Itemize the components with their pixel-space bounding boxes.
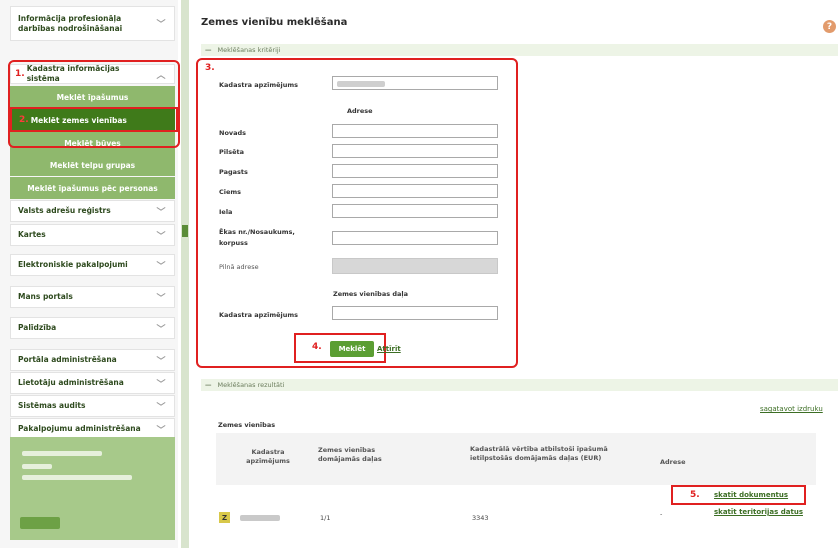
- full-address-label: Pilnā adrese: [219, 263, 259, 271]
- sidebar-item-label: Sistēmas audits: [18, 401, 86, 410]
- sidebar-item-professional-info[interactable]: Informācija profesionāļa darbības nodroš…: [10, 6, 175, 41]
- village-input[interactable]: [332, 184, 498, 198]
- sidebar-item-label: Informācija profesionāļa darbības nodroš…: [18, 13, 123, 33]
- cadastre-field-label: Kadastra apzīmējums: [219, 81, 299, 89]
- sidebar-item-label: Elektroniskie pakalpojumi: [18, 260, 128, 269]
- chevron-down-icon: ﹀: [156, 379, 166, 390]
- redacted-value: [337, 81, 385, 87]
- county-label: Novads: [219, 129, 247, 137]
- street-label: Iela: [219, 208, 233, 216]
- sidebar-item-maps[interactable]: Kartes ﹀: [10, 224, 175, 246]
- sidebar-subitem-search-room-groups[interactable]: Meklēt telpu grupas: [10, 154, 175, 176]
- chevron-down-icon: ﹀: [156, 356, 166, 367]
- sidebar-subitem-search-by-person[interactable]: Meklēt īpašumus pēc personas: [10, 177, 175, 199]
- print-link[interactable]: sagatavot izdruku: [760, 405, 823, 413]
- sidebar-subitem-label: Meklēt telpu grupas: [49, 160, 136, 170]
- city-label: Pilsēta: [219, 148, 244, 156]
- land-part-heading: Zemes vienības daļa: [333, 290, 408, 298]
- results-caption: Zemes vienības: [218, 421, 276, 429]
- redacted-text: [22, 451, 102, 456]
- search-button[interactable]: Meklēt: [330, 341, 374, 357]
- page-title: Zemes vienību meklēšana: [201, 17, 348, 28]
- sidebar-item-address-register[interactable]: Valsts adrešu reģistrs ﹀: [10, 200, 175, 222]
- step-marker-4: 4.: [312, 342, 322, 352]
- column-header-share: Zemes vienības domājamās daļas: [318, 446, 382, 463]
- value-cell: 3343: [472, 514, 489, 522]
- address-heading: Adrese: [347, 107, 373, 115]
- collapse-handle-icon[interactable]: [182, 225, 188, 237]
- land-part-cadastre-input[interactable]: [332, 306, 498, 320]
- sidebar-item-label: Mans portals: [18, 292, 73, 301]
- results-section-title: Meklēšanas rezultāti: [217, 381, 285, 389]
- sidebar-item-portal-admin[interactable]: Portāla administrēšana ﹀: [10, 349, 175, 371]
- step-marker-3: 3.: [205, 63, 215, 73]
- column-header-value: Kadastrālā vērtība atbilstoši īpašumā ie…: [470, 445, 608, 462]
- annotation-box-2: [10, 107, 178, 132]
- annotation-box-1: [8, 60, 180, 148]
- sidebar: Informācija profesionāļa darbības nodroš…: [0, 0, 180, 548]
- results-section-header[interactable]: — Meklēšanas rezultāti: [201, 379, 838, 391]
- building-number-label: Ēkas nr./Nosaukums, korpuss: [219, 228, 295, 247]
- full-address-input: [332, 258, 498, 274]
- land-part-cadastre-label: Kadastra apzīmējums: [219, 311, 299, 319]
- building-number-input[interactable]: [332, 231, 498, 245]
- chevron-down-icon: ﹀: [156, 261, 166, 272]
- sidebar-item-user-admin[interactable]: Lietotāju administrēšana ﹀: [10, 372, 175, 394]
- county-input[interactable]: [332, 124, 498, 138]
- criteria-section-header[interactable]: — Meklēšanas kritēriji: [201, 44, 838, 56]
- sidebar-item-help[interactable]: Palīdzība ﹀: [10, 317, 175, 339]
- step-marker-5: 5.: [690, 490, 700, 500]
- share-cell: 1/1: [320, 514, 331, 522]
- collapse-icon[interactable]: —: [205, 46, 212, 54]
- redacted-cadastre-number[interactable]: [240, 515, 280, 521]
- criteria-section-title: Meklēšanas kritēriji: [217, 46, 281, 54]
- user-info-panel: [10, 437, 175, 540]
- chevron-down-icon: ﹀: [156, 324, 166, 335]
- help-icon[interactable]: ?: [823, 20, 836, 33]
- chevron-down-icon: ﹀: [156, 293, 166, 304]
- parish-label: Pagasts: [219, 168, 248, 176]
- sidebar-item-label: Portāla administrēšana: [18, 355, 117, 364]
- sidebar-item-my-portal[interactable]: Mans portals ﹀: [10, 286, 175, 308]
- chevron-down-icon: ﹀: [156, 207, 166, 218]
- redacted-text: [22, 475, 132, 480]
- parish-input[interactable]: [332, 164, 498, 178]
- redacted-button[interactable]: [20, 517, 60, 529]
- village-label: Ciems: [219, 188, 242, 196]
- sidebar-item-label: Palīdzība: [18, 323, 57, 332]
- view-territory-data-link[interactable]: skatīt teritorijas datus: [714, 508, 803, 516]
- sidebar-item-system-audit[interactable]: Sistēmas audits ﹀: [10, 395, 175, 417]
- land-unit-icon: Z: [219, 512, 230, 523]
- sidebar-item-label: Pakalpojumu administrēšana: [18, 424, 141, 433]
- collapse-icon[interactable]: —: [205, 381, 212, 389]
- street-input[interactable]: [332, 204, 498, 218]
- clear-link[interactable]: Attīrīt: [377, 345, 401, 353]
- view-documents-link[interactable]: skatīt dokumentus: [714, 491, 788, 499]
- sidebar-item-label: Kartes: [18, 230, 46, 239]
- chevron-down-icon: ﹀: [156, 402, 166, 413]
- address-cell: -: [660, 510, 663, 518]
- sidebar-item-label: Lietotāju administrēšana: [18, 378, 124, 387]
- sidebar-subitem-label: Meklēt īpašumus pēc personas: [27, 183, 158, 193]
- chevron-down-icon: ﹀: [156, 20, 166, 30]
- chevron-down-icon: ﹀: [156, 425, 166, 436]
- sidebar-splitter[interactable]: [181, 0, 189, 548]
- chevron-down-icon: ﹀: [156, 231, 166, 242]
- sidebar-item-e-services[interactable]: Elektroniskie pakalpojumi ﹀: [10, 254, 175, 276]
- city-input[interactable]: [332, 144, 498, 158]
- sidebar-item-label: Valsts adrešu reģistrs: [18, 206, 111, 215]
- column-header-address: Adrese: [660, 458, 686, 466]
- cadastre-input[interactable]: [332, 76, 498, 90]
- column-header-cadastre: Kadastra apzīmējums: [246, 448, 290, 465]
- redacted-text: [22, 464, 52, 469]
